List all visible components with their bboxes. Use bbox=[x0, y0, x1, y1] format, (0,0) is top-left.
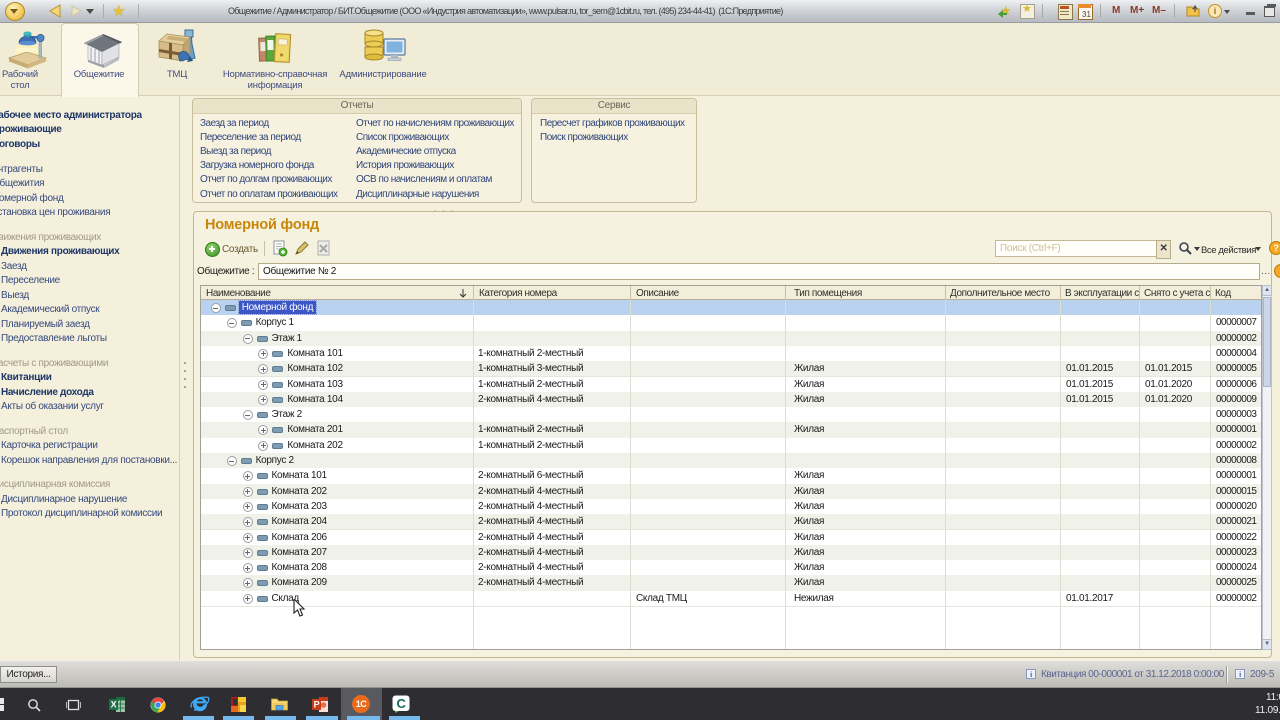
svg-text:P: P bbox=[314, 700, 320, 710]
svg-text:X: X bbox=[111, 700, 117, 710]
svg-text:C: C bbox=[396, 696, 406, 711]
